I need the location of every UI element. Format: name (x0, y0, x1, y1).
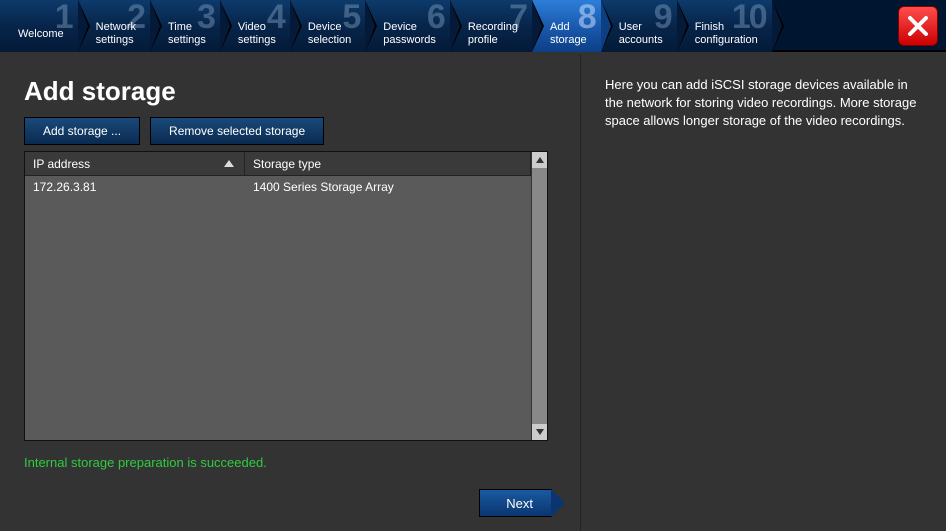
close-button[interactable] (898, 6, 938, 46)
main-panel: Add storage Add storage ... Remove selec… (0, 54, 580, 531)
add-storage-button[interactable]: Add storage ... (24, 117, 140, 145)
help-panel: Here you can add iSCSI storage devices a… (580, 54, 946, 531)
step-label: Recording profile (468, 21, 518, 47)
step-label: Time settings (168, 21, 206, 47)
col-header-type[interactable]: Storage type (245, 152, 531, 175)
chevron-up-icon (536, 157, 544, 163)
step-label: User accounts (619, 21, 663, 47)
sort-ascending-icon (224, 160, 234, 167)
remove-storage-button[interactable]: Remove selected storage (150, 117, 324, 145)
step-label: Add storage (550, 21, 587, 47)
table-row[interactable]: 172.26.3.811400 Series Storage Array (25, 176, 531, 200)
help-text: Here you can add iSCSI storage devices a… (605, 76, 922, 130)
wizard-step-6[interactable]: 6Device passwords (365, 0, 450, 52)
next-button-label: Next (506, 496, 533, 511)
wizard-step-10[interactable]: 10Finish configuration (677, 0, 772, 52)
cell-type: 1400 Series Storage Array (245, 176, 531, 200)
step-label: Welcome (18, 28, 64, 41)
table-header: IP address Storage type (25, 152, 531, 176)
col-header-ip-label: IP address (33, 157, 90, 171)
step-label: Device selection (308, 21, 351, 47)
scroll-up-button[interactable] (532, 152, 547, 168)
wizard-step-1[interactable]: 1Welcome (0, 0, 78, 52)
next-button[interactable]: Next (479, 489, 552, 517)
table-body: 172.26.3.811400 Series Storage Array (25, 176, 531, 440)
col-header-ip[interactable]: IP address (25, 152, 245, 175)
step-label: Network settings (96, 21, 136, 47)
wizard-step-7[interactable]: 7Recording profile (450, 0, 532, 52)
status-message: Internal storage preparation is succeede… (24, 455, 580, 470)
vertical-scrollbar[interactable] (531, 152, 547, 440)
step-label: Device passwords (383, 21, 436, 47)
storage-table: IP address Storage type 172.26.3.811400 … (24, 151, 548, 441)
scroll-down-button[interactable] (532, 424, 547, 440)
step-label: Video settings (238, 21, 276, 47)
close-icon (906, 14, 930, 38)
step-label: Finish configuration (695, 21, 758, 47)
page-title: Add storage (24, 76, 580, 107)
chevron-down-icon (536, 429, 544, 435)
wizard-steps: 1Welcome2Network settings3Time settings4… (0, 0, 946, 52)
cell-ip: 172.26.3.81 (25, 176, 245, 200)
